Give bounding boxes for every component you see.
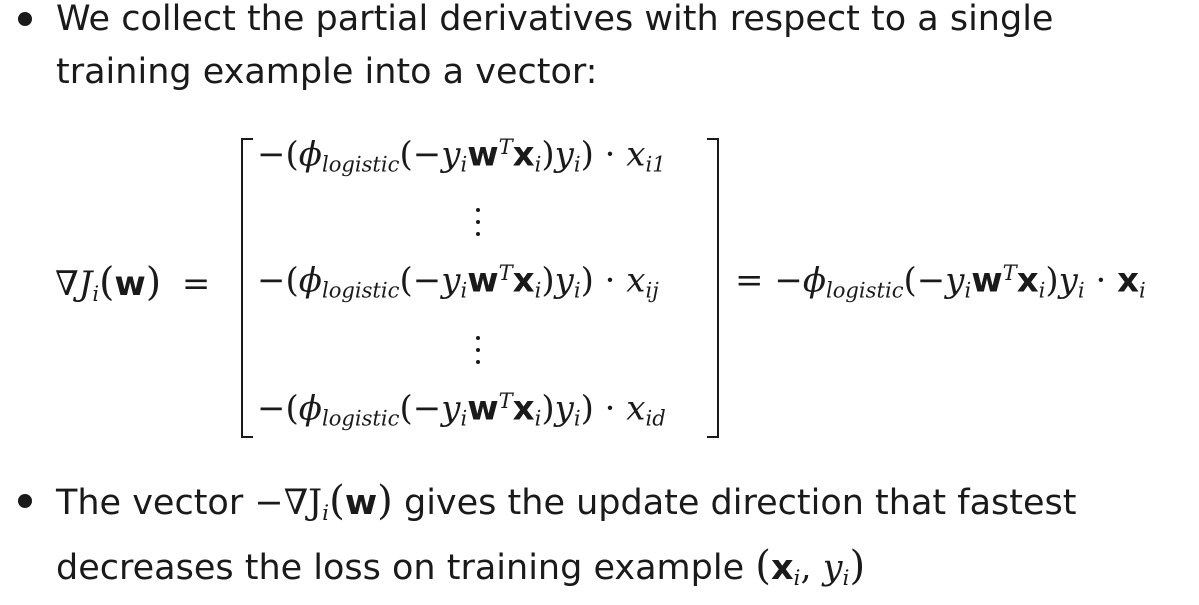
bullet-text: We collect the partial derivatives with …	[56, 0, 1054, 92]
vertical-dots-icon	[473, 208, 483, 244]
bullet-dot-icon	[18, 494, 32, 508]
matrix-row-first: −(ϕlogistic(−yiwTxi)yi) · xi1	[257, 134, 666, 177]
equation-lhs: ∇Ji(w) =	[55, 260, 211, 306]
slide: We collect the partial derivatives with …	[0, 0, 1199, 598]
bullet-dot-icon	[18, 12, 32, 26]
bullet-text: The vector −∇Ji(w) gives the update dire…	[56, 478, 1077, 592]
right-bracket	[707, 138, 719, 438]
bullet-item-1: We collect the partial derivatives with …	[18, 0, 1168, 99]
left-bracket	[241, 138, 253, 438]
vertical-dots-icon	[473, 336, 483, 372]
gradient-equation: ∇Ji(w) = −(ϕlogistic(−yiwTxi)yi) · xi1 −…	[55, 132, 1195, 442]
equation-rhs: = −ϕlogistic(−yiwTxi)yi · xi	[735, 260, 1146, 303]
matrix-row-last: −(ϕlogistic(−yiwTxi)yi) · xid	[257, 388, 666, 431]
bullet-item-2: The vector −∇Ji(w) gives the update dire…	[18, 475, 1168, 605]
gradient-vector-matrix: −(ϕlogistic(−yiwTxi)yi) · xi1 −(ϕlogisti…	[241, 132, 719, 438]
matrix-row-middle: −(ϕlogistic(−yiwTxi)yi) · xij	[257, 260, 659, 303]
